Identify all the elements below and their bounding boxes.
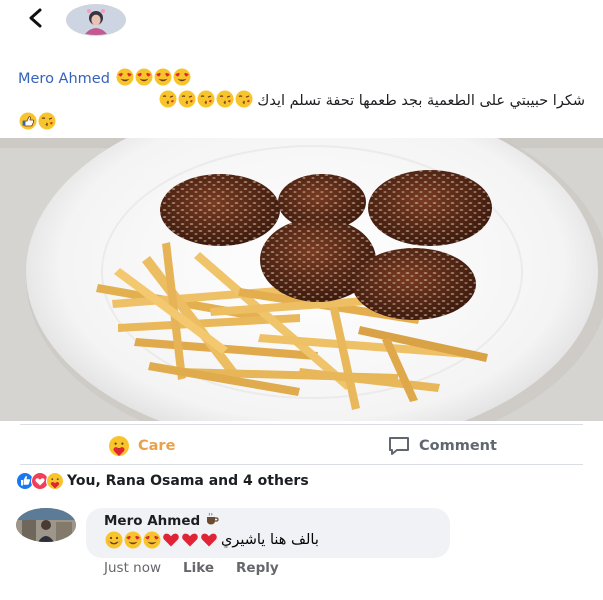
comment-button[interactable]: Comment: [387, 434, 497, 458]
heart-eyes-icon: [124, 531, 142, 549]
profile-avatar[interactable]: [66, 4, 126, 36]
comment-time[interactable]: Just now: [104, 560, 161, 576]
heart-icon: [163, 533, 179, 547]
reactions-text[interactable]: You, Rana Osama and 4 others: [67, 473, 309, 489]
divider: [20, 424, 583, 425]
post-author[interactable]: Mero Ahmed: [18, 68, 191, 87]
comment-bubble: Mero Ahmed بالف هنا ياشيري: [86, 508, 450, 558]
kiss-face-icon: [177, 90, 196, 108]
care-label: Care: [138, 438, 176, 454]
comment-meta: Just now Like Reply: [104, 560, 279, 576]
care-button[interactable]: Care: [108, 434, 175, 458]
comment-like-button[interactable]: Like: [183, 560, 214, 576]
heart-eyes-icon: [173, 68, 191, 86]
smile-icon: [105, 531, 123, 549]
post-text-body: شكرا حبيبتي على الطعمية بجد طعمها تحفة ت…: [257, 93, 585, 109]
comment-icon: [389, 437, 409, 455]
reactions-summary[interactable]: You, Rana Osama and 4 others: [16, 471, 309, 491]
divider: [20, 464, 583, 465]
comment-text-body: بالف هنا ياشيري: [221, 532, 319, 548]
post-text: شكرا حبيبتي على الطعمية بجد طعمها تحفة ت…: [158, 90, 585, 109]
post-text-line2: [18, 112, 56, 131]
chevron-left-icon[interactable]: [26, 6, 46, 30]
comment-text: بالف هنا ياشيري: [104, 531, 319, 549]
kiss-face-icon: [215, 90, 234, 108]
comment-author-name[interactable]: Mero Ahmed: [104, 513, 200, 529]
comment-label: Comment: [419, 438, 497, 454]
commenter-avatar[interactable]: [16, 508, 76, 542]
post-photo[interactable]: [0, 138, 603, 421]
reaction-icons: [16, 472, 64, 490]
kiss-face-icon: [234, 90, 253, 108]
comment-reply-button[interactable]: Reply: [236, 560, 279, 576]
heart-eyes-icon: [116, 68, 134, 86]
heart-icon: [201, 533, 217, 547]
heart-icon: [182, 533, 198, 547]
heart-eyes-icon: [154, 68, 172, 86]
header-bar: [0, 0, 603, 42]
kiss-face-icon: [38, 112, 56, 130]
thumbs-up-icon: [19, 112, 37, 130]
kiss-face-icon: [158, 90, 177, 108]
post-author-name[interactable]: Mero Ahmed: [18, 71, 110, 87]
kiss-face-icon: [196, 90, 215, 108]
care-reaction-icon: [46, 472, 64, 490]
heart-eyes-icon: [135, 68, 153, 86]
care-icon: [109, 436, 129, 456]
coffee-icon: [206, 512, 219, 525]
heart-eyes-icon: [143, 531, 161, 549]
comment-author[interactable]: Mero Ahmed: [104, 512, 219, 529]
